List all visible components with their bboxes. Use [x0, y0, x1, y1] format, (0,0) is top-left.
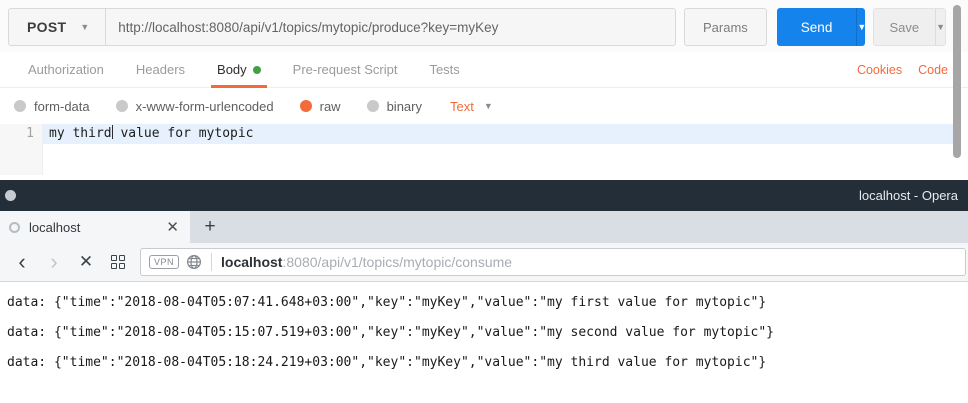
- line-number: 1: [26, 126, 34, 141]
- radio-raw[interactable]: raw: [300, 99, 341, 114]
- new-tab-button[interactable]: +: [190, 211, 230, 243]
- request-url-bar: POST ▼ http://localhost:8080/api/v1/topi…: [0, 0, 968, 52]
- editor-text: my third: [49, 126, 112, 141]
- method-url-group: POST ▼ http://localhost:8080/api/v1/topi…: [8, 8, 676, 46]
- tab-body[interactable]: Body: [201, 52, 277, 88]
- cookies-link[interactable]: Cookies: [857, 63, 902, 77]
- tab-label: Pre-request Script: [293, 62, 398, 77]
- tab-label: Authorization: [28, 62, 104, 77]
- chevron-down-icon: ▼: [484, 101, 493, 111]
- radio-form-data[interactable]: form-data: [14, 99, 90, 114]
- page-content: data: {"time":"2018-08-04T05:07:41.648+0…: [0, 282, 968, 382]
- chevron-down-icon: ▼: [857, 22, 864, 32]
- tab-label: Headers: [136, 62, 185, 77]
- tab-headers[interactable]: Headers: [120, 52, 201, 88]
- send-button[interactable]: Send: [777, 8, 857, 46]
- params-button[interactable]: Params: [684, 8, 767, 46]
- editor-code-area[interactable]: my third value for mytopic: [43, 124, 968, 175]
- radio-x-www-form-urlencoded[interactable]: x-www-form-urlencoded: [116, 99, 274, 114]
- radio-label: x-www-form-urlencoded: [136, 99, 274, 114]
- send-options-button[interactable]: ▼: [856, 8, 864, 46]
- globe-icon: [186, 254, 202, 270]
- code-link[interactable]: Code: [918, 63, 948, 77]
- body-type-selector: form-data x-www-form-urlencoded raw bina…: [0, 88, 968, 124]
- opera-tabbar: localhost ✕ +: [0, 211, 968, 243]
- save-button[interactable]: Save: [874, 9, 936, 45]
- opera-titlebar: localhost - Opera: [0, 180, 968, 211]
- opera-window: localhost - Opera localhost ✕ + ‹ › ✕ VP…: [0, 180, 968, 382]
- address-divider: [211, 253, 212, 271]
- chevron-down-icon: ▼: [936, 22, 945, 32]
- tab-label: Body: [217, 62, 247, 77]
- method-selector[interactable]: POST ▼: [9, 9, 106, 45]
- stop-reload-button[interactable]: ✕: [70, 246, 102, 278]
- radio-label: binary: [387, 99, 422, 114]
- radio-label: raw: [320, 99, 341, 114]
- tab-label: Tests: [429, 62, 459, 77]
- scrollbar-thumb[interactable]: [953, 5, 961, 158]
- sse-data-line: data: {"time":"2018-08-04T05:15:07.519+0…: [7, 322, 968, 352]
- tab-loading-spinner-icon: [9, 222, 20, 233]
- editor-active-line[interactable]: my third value for mytopic: [43, 124, 954, 144]
- speed-dial-grid-icon: [111, 255, 125, 269]
- radio-selected-icon: [300, 100, 312, 112]
- radio-icon: [116, 100, 128, 112]
- back-icon: ‹: [18, 251, 25, 273]
- postman-window: POST ▼ http://localhost:8080/api/v1/topi…: [0, 0, 968, 180]
- sse-data-line: data: {"time":"2018-08-04T05:07:41.648+0…: [7, 292, 968, 322]
- window-title: localhost - Opera: [859, 188, 958, 203]
- sse-data-line: data: {"time":"2018-08-04T05:18:24.219+0…: [7, 352, 968, 382]
- forward-button[interactable]: ›: [38, 246, 70, 278]
- browser-tab-localhost[interactable]: localhost ✕: [0, 211, 190, 243]
- back-button[interactable]: ‹: [6, 246, 38, 278]
- address-host: localhost: [221, 254, 282, 270]
- address-field[interactable]: VPN localhost:8080/api/v1/topics/mytopic…: [140, 248, 966, 276]
- screen: POST ▼ http://localhost:8080/api/v1/topi…: [0, 0, 968, 403]
- radio-binary[interactable]: binary: [367, 99, 422, 114]
- body-editor[interactable]: 1 my third value for mytopic: [0, 124, 968, 175]
- radio-icon: [14, 100, 26, 112]
- editor-text: value for mytopic: [113, 126, 254, 141]
- tab-title: localhost: [29, 220, 163, 235]
- tab-tests[interactable]: Tests: [413, 52, 475, 88]
- radio-icon: [367, 100, 379, 112]
- address-url: localhost:8080/api/v1/topics/mytopic/con…: [221, 254, 512, 270]
- save-button-group: Save ▼: [873, 8, 946, 46]
- editor-gutter: 1: [0, 124, 43, 175]
- tab-authorization[interactable]: Authorization: [12, 52, 120, 88]
- tab-pre-request-script[interactable]: Pre-request Script: [277, 52, 414, 88]
- method-label: POST: [27, 19, 66, 35]
- request-tabs: Authorization Headers Body Pre-request S…: [0, 52, 968, 88]
- vpn-badge[interactable]: VPN: [149, 255, 179, 269]
- forward-icon: ›: [50, 251, 57, 273]
- opera-menu-icon[interactable]: [5, 190, 16, 201]
- close-tab-icon[interactable]: ✕: [163, 218, 182, 236]
- body-filled-dot-icon: [253, 66, 261, 74]
- chevron-down-icon: ▼: [80, 22, 89, 32]
- raw-type-label: Text: [450, 99, 474, 114]
- send-button-group: Send ▼: [777, 8, 865, 46]
- opera-addressbar: ‹ › ✕ VPN localhost:8080/api: [0, 243, 968, 282]
- speed-dial-button[interactable]: [102, 246, 134, 278]
- save-options-button[interactable]: ▼: [935, 9, 945, 45]
- raw-type-dropdown[interactable]: Text ▼: [450, 99, 493, 114]
- request-url-input[interactable]: http://localhost:8080/api/v1/topics/myto…: [106, 9, 675, 45]
- radio-label: form-data: [34, 99, 90, 114]
- address-path: :8080/api/v1/topics/mytopic/consume: [282, 254, 512, 270]
- tabs-right-links: Cookies Code: [857, 63, 956, 77]
